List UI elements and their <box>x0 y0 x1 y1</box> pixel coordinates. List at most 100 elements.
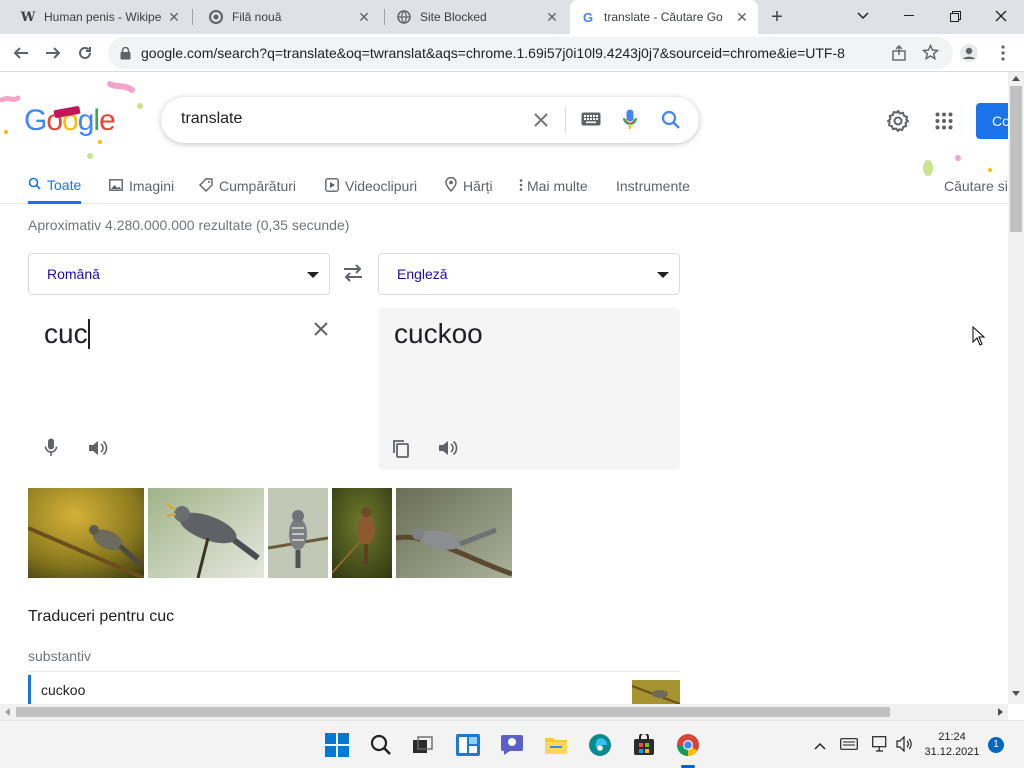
teams-chat-icon[interactable] <box>496 729 528 761</box>
windows-taskbar: 21:24 31.12.2021 1 <box>0 720 1024 768</box>
speaker-icon[interactable] <box>86 436 110 460</box>
tab-close-icon[interactable]: ✕ <box>166 9 182 26</box>
keyboard-icon[interactable] <box>840 737 858 755</box>
globe-icon <box>396 9 412 25</box>
target-text-pane: cuckoo <box>378 308 680 470</box>
tab-close-icon[interactable]: ✕ <box>356 9 372 26</box>
microphone-icon[interactable] <box>623 109 637 136</box>
target-language-select[interactable]: Engleză <box>378 253 680 295</box>
bookmark-star-icon[interactable] <box>921 43 940 64</box>
source-text-pane: cuc <box>28 308 358 470</box>
tab-maps[interactable]: Hărți <box>445 168 493 204</box>
browser-tab[interactable]: W Human penis - Wikipe ✕ <box>10 0 190 34</box>
minimize-button[interactable] <box>886 0 932 32</box>
lock-icon[interactable] <box>120 46 131 60</box>
close-window-button[interactable] <box>978 0 1024 32</box>
speaker-icon[interactable] <box>436 436 460 460</box>
address-bar[interactable]: google.com/search?q=translate&oq=twransl… <box>108 37 953 69</box>
mouse-pointer-icon <box>972 325 986 351</box>
clear-text-icon[interactable] <box>309 317 333 341</box>
back-button[interactable] <box>6 38 36 68</box>
windows-start-icon[interactable] <box>321 729 353 761</box>
keyboard-icon[interactable] <box>581 112 601 131</box>
microphone-icon[interactable] <box>39 436 63 460</box>
tab-videos[interactable]: Videoclipuri <box>325 168 417 204</box>
chrome-icon <box>208 9 224 25</box>
file-explorer-icon[interactable] <box>540 729 572 761</box>
cuckoo-image[interactable] <box>28 488 144 578</box>
chrome-menu-icon[interactable] <box>988 38 1018 68</box>
search-icon[interactable] <box>365 729 397 761</box>
scrollbar-thumb[interactable] <box>1010 86 1022 232</box>
swap-languages-icon[interactable] <box>342 264 364 287</box>
image-icon <box>109 178 123 194</box>
search-icon[interactable] <box>661 110 681 135</box>
tab-search-icon[interactable] <box>840 0 886 32</box>
tab-shopping[interactable]: Cumpărături <box>199 168 296 204</box>
volume-icon[interactable] <box>896 735 914 757</box>
map-pin-icon <box>445 176 457 195</box>
play-icon <box>325 177 339 195</box>
clock-time: 21:24 <box>938 731 966 743</box>
notification-badge[interactable]: 1 <box>988 737 1004 753</box>
text-cursor <box>87 319 90 349</box>
google-icon: G <box>582 9 594 25</box>
browser-tab-active[interactable]: G translate - Căutare Go ✕ <box>570 0 758 34</box>
clear-search-icon[interactable] <box>531 110 551 135</box>
safe-search-link[interactable]: Căutare si <box>944 168 1008 204</box>
forward-button[interactable] <box>38 38 68 68</box>
search-icon <box>28 177 41 193</box>
browser-tab-strip: W Human penis - Wikipe ✕ Filă nouă ✕ Sit… <box>0 0 1024 34</box>
more-vert-icon <box>519 178 523 194</box>
tab-close-icon[interactable]: ✕ <box>544 9 560 26</box>
tab-tools[interactable]: Instrumente <box>616 168 690 204</box>
url-text: google.com/search?q=translate&oq=twransl… <box>141 45 845 61</box>
cuckoo-image[interactable] <box>268 488 328 578</box>
source-text-input[interactable]: cuc <box>44 318 90 350</box>
horizontal-scrollbar[interactable] <box>0 704 1008 720</box>
browser-toolbar: google.com/search?q=translate&oq=twransl… <box>0 34 1024 72</box>
clock-date: 31.12.2021 <box>924 746 980 758</box>
tab-close-icon[interactable]: ✕ <box>734 9 750 26</box>
divider <box>28 671 680 672</box>
translation-row-thumbnail <box>631 680 680 704</box>
search-input[interactable]: translate <box>181 110 242 128</box>
tab-title: translate - Căutare Go <box>604 10 723 24</box>
profile-avatar[interactable] <box>954 38 984 68</box>
settings-gear-icon[interactable] <box>886 109 910 138</box>
translation-row[interactable]: cuckoo <box>28 675 680 704</box>
restore-button[interactable] <box>932 0 978 32</box>
microsoft-store-icon[interactable] <box>628 729 660 761</box>
cuckoo-image[interactable] <box>148 488 264 578</box>
chevron-up-icon[interactable] <box>814 737 826 755</box>
cuckoo-image[interactable] <box>396 488 512 578</box>
widgets-icon[interactable] <box>452 729 484 761</box>
chrome-taskbar-icon[interactable] <box>672 729 704 761</box>
task-view-icon[interactable] <box>407 729 439 761</box>
google-logo[interactable]: Goo gle <box>24 104 116 138</box>
share-icon[interactable] <box>891 45 907 64</box>
scrollbar-thumb[interactable] <box>16 707 890 717</box>
part-of-speech-label: substantiv <box>28 648 92 664</box>
tab-title: Filă nouă <box>232 10 282 24</box>
tab-all[interactable]: Toate <box>28 168 82 204</box>
source-language-select[interactable]: Română <box>28 253 330 295</box>
wikipedia-icon: W <box>20 9 36 25</box>
translation-output: cuckoo <box>394 318 483 349</box>
cuckoo-image[interactable] <box>332 488 392 578</box>
tab-more[interactable]: Mai multe <box>519 168 588 204</box>
sign-in-button[interactable]: Co <box>976 103 1008 139</box>
translation-word: cuckoo <box>41 682 86 698</box>
new-tab-button[interactable]: + <box>766 6 788 28</box>
network-icon[interactable] <box>872 736 890 757</box>
copy-icon[interactable] <box>389 437 413 461</box>
edge-browser-icon[interactable] <box>584 729 616 761</box>
browser-tab[interactable]: Filă nouă ✕ <box>198 0 380 34</box>
reload-button[interactable] <box>70 38 100 68</box>
apps-grid-icon[interactable] <box>935 112 953 135</box>
search-box[interactable]: translate <box>161 97 699 143</box>
system-clock[interactable]: 21:24 31.12.2021 <box>924 730 980 760</box>
tab-images[interactable]: Imagini <box>109 168 174 204</box>
vertical-scrollbar[interactable] <box>1008 72 1024 704</box>
browser-tab[interactable]: Site Blocked ✕ <box>386 0 568 34</box>
